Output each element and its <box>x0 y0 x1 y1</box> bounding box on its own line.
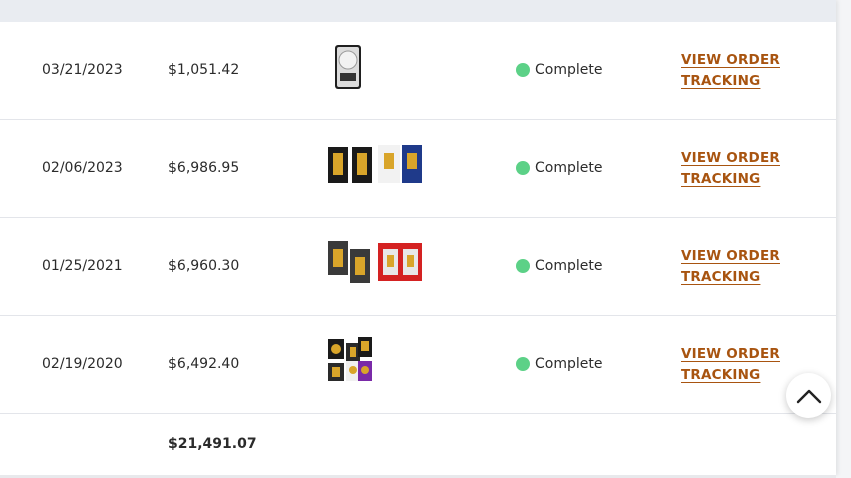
view-order-tracking-link[interactable]: VIEW ORDER TRACKING <box>681 246 791 288</box>
view-order-tracking-link[interactable]: VIEW ORDER TRACKING <box>681 344 791 386</box>
status-dot-icon <box>516 161 530 175</box>
order-amount: $6,960.30 <box>168 258 240 274</box>
total-amount: $21,491.07 <box>168 436 257 452</box>
order-date: 02/06/2023 <box>42 160 123 176</box>
silver-coin-thumbnail <box>335 45 361 89</box>
table-header-strip <box>0 0 836 22</box>
product-thumbnails <box>328 239 424 289</box>
order-status: Complete <box>516 258 602 274</box>
view-order-tracking-link[interactable]: VIEW ORDER TRACKING <box>681 50 791 92</box>
gold-bar-pair-thumbnail <box>328 145 422 183</box>
table-row: 01/25/2021 $6,960.30 Complete VIEW ORDER… <box>0 218 836 316</box>
view-order-tracking-link[interactable]: VIEW ORDER TRACKING <box>681 148 791 190</box>
table-row: 02/19/2020 $6,492.40 Complete VIEW ORDER… <box>0 316 836 414</box>
order-status: Complete <box>516 356 602 372</box>
order-status: Complete <box>516 62 602 78</box>
product-thumbnails <box>328 43 368 93</box>
total-row: $21,491.07 <box>0 414 836 475</box>
table-row: 02/06/2023 $6,986.95 Complete VIEW ORDER… <box>0 120 836 218</box>
order-status: Complete <box>516 160 602 176</box>
table-row: 03/21/2023 $1,051.42 Complete VIEW ORDER… <box>0 22 836 120</box>
status-label: Complete <box>535 258 603 274</box>
product-thumbnails <box>328 141 424 191</box>
status-dot-icon <box>516 259 530 273</box>
order-date: 03/21/2023 <box>42 62 123 78</box>
order-amount: $6,492.40 <box>168 356 240 372</box>
status-label: Complete <box>535 356 603 372</box>
scroll-to-top-button[interactable] <box>786 373 831 418</box>
status-label: Complete <box>535 62 603 78</box>
order-date: 02/19/2020 <box>42 356 123 372</box>
status-label: Complete <box>535 160 603 176</box>
order-amount: $1,051.42 <box>168 62 240 78</box>
red-gold-card-thumbnail <box>328 241 422 283</box>
orders-panel: 03/21/2023 $1,051.42 Complete VIEW ORDER… <box>0 0 836 475</box>
status-dot-icon <box>516 357 530 371</box>
product-thumbnails <box>328 337 374 387</box>
chevron-up-icon <box>796 389 821 403</box>
mixed-gold-products-thumbnail <box>328 337 372 381</box>
order-date: 01/25/2021 <box>42 258 123 274</box>
status-dot-icon <box>516 63 530 77</box>
order-amount: $6,986.95 <box>168 160 240 176</box>
